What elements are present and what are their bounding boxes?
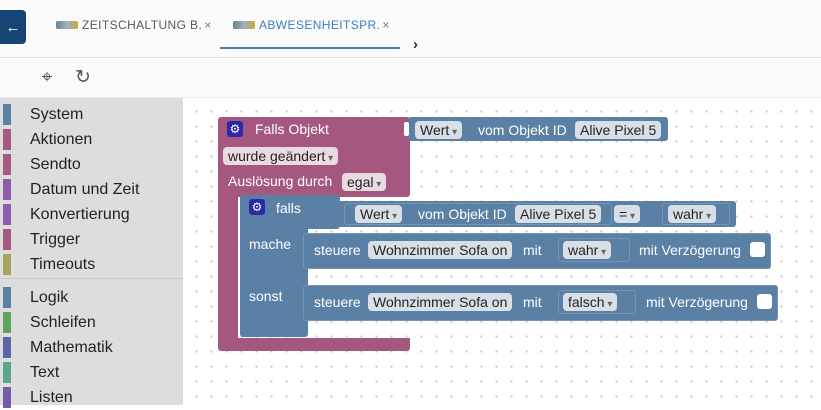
category-color-stripe — [3, 254, 11, 275]
trigger-value-dropdown[interactable]: Wert — [415, 121, 463, 139]
then-value-dropdown[interactable]: wahr — [563, 241, 612, 259]
close-icon[interactable]: × — [382, 18, 389, 32]
back-button[interactable]: ← — [0, 10, 26, 44]
category-aktionen[interactable]: Aktionen — [0, 127, 183, 152]
trigger-object-field[interactable]: Alive Pixel 5 — [575, 121, 662, 139]
boolean-dropdown[interactable]: wahr — [668, 205, 717, 223]
object-id-label: vom Objekt ID — [478, 122, 567, 138]
else-target-field[interactable]: Wohnzimmer Sofa on — [368, 293, 513, 311]
category-text[interactable]: Text — [0, 360, 183, 385]
category-label: Aktionen — [30, 130, 93, 148]
delay-label: mit Verzögerung — [639, 242, 741, 258]
trigger-block-spine — [218, 190, 238, 338]
then-delay-checkbox[interactable] — [750, 242, 765, 257]
else-label: sonst — [249, 288, 283, 304]
category-label: Datum und Zeit — [30, 180, 140, 198]
operator-dropdown[interactable]: = — [614, 205, 640, 223]
tab-abwesenheit[interactable]: ABWESENHEITSPR. × — [233, 14, 390, 36]
category-color-stripe — [3, 337, 11, 358]
object-id-label: vom Objekt ID — [418, 206, 507, 222]
control-label: steuere — [314, 242, 361, 258]
category-color-stripe — [3, 154, 11, 175]
category-datum-und-zeit[interactable]: Datum und Zeit — [0, 177, 183, 202]
input-connector — [404, 122, 409, 136]
then-label: mache — [249, 236, 292, 252]
category-color-stripe — [3, 229, 11, 250]
tab-zeitschaltung[interactable]: ZEITSCHALTUNG B. × — [56, 14, 212, 36]
else-value-dropdown[interactable]: falsch — [563, 293, 618, 311]
category-color-stripe — [3, 104, 11, 125]
category-color-stripe — [3, 362, 11, 383]
gear-icon[interactable]: ⚙ — [249, 199, 265, 215]
else-delay-checkbox[interactable] — [757, 294, 772, 309]
category-label: Mathematik — [30, 338, 113, 356]
if-object-field[interactable]: Alive Pixel 5 — [515, 205, 602, 223]
category-logik[interactable]: Logik — [0, 285, 183, 310]
trigger-source-label: Auslösung durch — [228, 173, 333, 189]
close-icon[interactable]: × — [204, 18, 211, 32]
script-thumbnail-icon — [56, 21, 78, 29]
control-label: steuere — [314, 294, 361, 310]
trigger-source-dropdown[interactable]: egal — [342, 173, 387, 191]
active-tab-indicator — [220, 47, 400, 49]
toolbox-separator — [0, 278, 183, 279]
category-color-stripe — [3, 312, 11, 333]
locate-icon[interactable]: ⌖ — [36, 67, 58, 89]
script-thumbnail-icon — [233, 21, 255, 29]
category-label: Text — [30, 363, 60, 381]
category-color-stripe — [3, 204, 11, 225]
category-timeouts[interactable]: Timeouts — [0, 252, 183, 277]
category-konvertierung[interactable]: Konvertierung — [0, 202, 183, 227]
with-label: mit — [523, 294, 542, 310]
category-label: Sendto — [30, 155, 81, 173]
category-color-stripe — [3, 179, 11, 200]
editor-toolbar: ⌖ ↻ — [0, 58, 821, 98]
with-label: mit — [523, 242, 542, 258]
delay-label: mit Verzögerung — [646, 294, 748, 310]
then-target-field[interactable]: Wohnzimmer Sofa on — [368, 241, 513, 259]
category-label: Konvertierung — [30, 205, 130, 223]
trigger-block-footer — [218, 338, 410, 351]
tab-label: ZEITSCHALTUNG B. — [82, 18, 203, 32]
gear-icon[interactable]: ⚙ — [227, 121, 243, 137]
if-label: falls — [276, 200, 301, 216]
trigger-title: Falls Objekt — [255, 121, 329, 137]
category-color-stripe — [3, 287, 11, 308]
blockly-toolbox: System Aktionen Sendto Datum und Zeit Ko… — [0, 98, 183, 408]
category-color-stripe — [3, 129, 11, 150]
category-sendto[interactable]: Sendto — [0, 152, 183, 177]
refresh-icon[interactable]: ↻ — [72, 67, 94, 89]
category-label: Timeouts — [30, 255, 96, 273]
category-label: Trigger — [30, 230, 81, 248]
category-label: Listen — [30, 388, 73, 406]
category-system[interactable]: System — [0, 102, 183, 127]
chevron-right-icon[interactable]: › — [413, 36, 418, 53]
arrow-left-icon: ← — [5, 18, 21, 36]
category-mathematik[interactable]: Mathematik — [0, 335, 183, 360]
category-label: Logik — [30, 288, 69, 306]
tab-label: ABWESENHEITSPR. — [259, 18, 381, 32]
category-trigger[interactable]: Trigger — [0, 227, 183, 252]
category-label: System — [30, 105, 84, 123]
category-schleifen[interactable]: Schleifen — [0, 310, 183, 335]
if-value-dropdown[interactable]: Wert — [355, 205, 403, 223]
category-label: Schleifen — [30, 313, 96, 331]
tab-bar: ← ZEITSCHALTUNG B. × ABWESENHEITSPR. × › — [0, 0, 821, 58]
trigger-condition-dropdown[interactable]: wurde geändert — [223, 147, 339, 165]
category-listen[interactable]: Listen — [0, 385, 183, 410]
